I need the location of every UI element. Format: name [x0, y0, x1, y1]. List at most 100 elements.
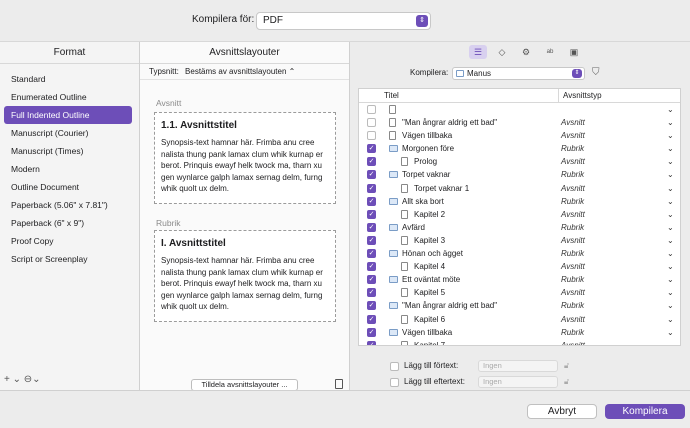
include-checkbox[interactable]: ✓ — [367, 183, 376, 193]
gear-icon[interactable]: ⚙ — [517, 45, 535, 59]
chevron-down-icon[interactable]: ⌄ — [667, 142, 674, 155]
chevron-down-icon[interactable]: ⌄ — [667, 221, 674, 234]
cancel-button[interactable]: Avbryt — [527, 404, 597, 419]
format-item[interactable]: Manuscript (Courier) — [4, 124, 132, 142]
font-select[interactable]: Bestäms av avsnittslayouten ⌃ — [185, 67, 295, 76]
table-row[interactable]: ✓ Prolog Avsnitt ⌄ — [359, 155, 680, 168]
row-section-type[interactable]: Avsnitt — [561, 116, 585, 129]
row-section-type[interactable]: Avsnitt — [561, 129, 585, 142]
row-section-type[interactable]: Avsnitt — [561, 208, 585, 221]
include-checkbox[interactable]: ✓ — [367, 157, 376, 167]
format-item[interactable]: Paperback (6" x 9") — [4, 214, 132, 232]
format-item[interactable]: Proof Copy — [4, 232, 132, 250]
row-section-type[interactable]: Rubrik — [561, 142, 584, 155]
row-section-type[interactable]: Avsnitt — [561, 260, 585, 273]
include-checkbox[interactable]: ✓ — [367, 235, 376, 245]
tag-icon[interactable]: ◇ — [493, 45, 511, 59]
row-section-type[interactable]: Avsnitt — [561, 313, 585, 326]
format-item[interactable]: Full Indented Outline — [4, 106, 132, 124]
include-checkbox[interactable]: ✓ — [367, 275, 376, 285]
compile-for-select[interactable]: PDF ⇕ — [256, 12, 431, 30]
include-checkbox[interactable]: ✓ — [367, 222, 376, 232]
format-item[interactable]: Manuscript (Times) — [4, 142, 132, 160]
lock-icon[interactable]: 🔓︎ — [564, 376, 569, 388]
layout-card-section[interactable]: 1.1. Avsnittstitel Synopsis-text hamnar … — [154, 112, 336, 204]
document-icon[interactable] — [335, 379, 343, 389]
table-row[interactable]: ✓ Kapitel 2 Avsnitt ⌄ — [359, 208, 680, 221]
table-row[interactable]: ✓ Allt ska bort Rubrik ⌄ — [359, 195, 680, 208]
row-section-type[interactable]: Avsnitt — [561, 155, 585, 168]
include-checkbox[interactable]: ✓ — [367, 144, 376, 154]
row-section-type[interactable]: Rubrik — [561, 168, 584, 181]
add-back-matter-select[interactable]: Ingen — [478, 376, 558, 388]
include-checkbox[interactable]: ✓ — [367, 262, 376, 272]
list-icon[interactable]: ☰ — [469, 45, 487, 59]
table-row[interactable]: ✓ Kapitel 3 Avsnitt ⌄ — [359, 234, 680, 247]
table-row[interactable]: ✓ Kapitel 7 Avsnitt ⌄ — [359, 339, 680, 345]
chevron-down-icon[interactable]: ⌄ — [667, 339, 674, 345]
include-checkbox[interactable] — [367, 131, 376, 141]
add-front-matter-select[interactable]: Ingen — [478, 360, 558, 372]
row-section-type[interactable]: Rubrik — [561, 326, 584, 339]
include-checkbox[interactable]: ✓ — [367, 249, 376, 259]
compile-button[interactable]: Kompilera — [605, 404, 685, 419]
chevron-down-icon[interactable]: ⌄ — [667, 313, 674, 326]
chevron-down-icon[interactable]: ⌄ — [667, 116, 674, 129]
table-row[interactable]: ✓ Ett oväntat möte Rubrik ⌄ — [359, 273, 680, 286]
chevron-down-icon[interactable]: ⌄ — [667, 195, 674, 208]
chevron-down-icon[interactable]: ⌄ — [667, 234, 674, 247]
row-section-type[interactable]: Avsnitt — [561, 234, 585, 247]
chevron-down-icon[interactable]: ⌄ — [667, 260, 674, 273]
include-checkbox[interactable]: ✓ — [367, 170, 376, 180]
chevron-down-icon[interactable]: ⌄ — [667, 299, 674, 312]
include-checkbox[interactable]: ✓ — [367, 327, 376, 337]
compile-collection-select[interactable]: Manus ⇕ — [452, 67, 585, 80]
chevron-down-icon[interactable]: ⌄ — [667, 155, 674, 168]
chevron-down-icon[interactable]: ⌄ — [667, 103, 674, 116]
row-section-type[interactable]: Avsnitt — [561, 339, 585, 345]
table-row[interactable]: ✓ Morgonen före Rubrik ⌄ — [359, 142, 680, 155]
table-row[interactable]: ⌄ — [359, 103, 680, 116]
chevron-down-icon[interactable]: ⌄ — [667, 208, 674, 221]
chevron-down-icon[interactable]: ⌄ — [667, 182, 674, 195]
font-row[interactable]: Typsnitt: Bestäms av avsnittslayouten ⌃ — [140, 64, 349, 80]
table-row[interactable]: ✓ Torpet vaknar 1 Avsnitt ⌄ — [359, 182, 680, 195]
include-checkbox[interactable]: ✓ — [367, 340, 376, 345]
row-section-type[interactable]: Rubrik — [561, 195, 584, 208]
format-item[interactable]: Modern — [4, 160, 132, 178]
row-section-type[interactable]: Avsnitt — [561, 182, 585, 195]
format-item[interactable]: Script or Screenplay — [4, 250, 132, 268]
include-checkbox[interactable]: ✓ — [367, 209, 376, 219]
row-section-type[interactable]: Avsnitt — [561, 286, 585, 299]
text-replace-icon[interactable]: ᵃᵇ — [541, 45, 559, 59]
format-item[interactable]: Standard — [4, 70, 132, 88]
include-checkbox[interactable]: ✓ — [367, 288, 376, 298]
format-item[interactable]: Outline Document — [4, 178, 132, 196]
image-icon[interactable]: ▣ — [565, 45, 583, 59]
format-item[interactable]: Paperback (5.06" x 7.81") — [4, 196, 132, 214]
table-row[interactable]: ✓ Hönan och ägget Rubrik ⌄ — [359, 247, 680, 260]
table-row[interactable]: ✓ Kapitel 6 Avsnitt ⌄ — [359, 313, 680, 326]
chevron-down-icon[interactable]: ⌄ — [667, 129, 674, 142]
table-row[interactable]: "Man ångrar aldrig ett bad" Avsnitt ⌄ — [359, 116, 680, 129]
table-row[interactable]: ✓ Kapitel 4 Avsnitt ⌄ — [359, 260, 680, 273]
row-section-type[interactable]: Rubrik — [561, 299, 584, 312]
chevron-down-icon[interactable]: ⌄ — [667, 273, 674, 286]
include-checkbox[interactable] — [367, 118, 376, 128]
table-row[interactable]: Vägen tillbaka Avsnitt ⌄ — [359, 129, 680, 142]
table-row[interactable]: ✓ Vägen tillbaka Rubrik ⌄ — [359, 326, 680, 339]
row-section-type[interactable]: Rubrik — [561, 273, 584, 286]
table-row[interactable]: ✓ Torpet vaknar Rubrik ⌄ — [359, 168, 680, 181]
row-section-type[interactable]: Rubrik — [561, 247, 584, 260]
add-back-matter-checkbox[interactable] — [390, 378, 399, 387]
include-checkbox[interactable]: ✓ — [367, 196, 376, 206]
chevron-down-icon[interactable]: ⌄ — [667, 326, 674, 339]
row-section-type[interactable]: Rubrik — [561, 221, 584, 234]
include-checkbox[interactable] — [367, 105, 376, 114]
column-title[interactable]: Titel — [384, 89, 399, 103]
table-row[interactable]: ✓ Kapitel 5 Avsnitt ⌄ — [359, 286, 680, 299]
table-row[interactable]: ✓ "Man ångrar aldrig ett bad" Rubrik ⌄ — [359, 299, 680, 312]
chevron-down-icon[interactable]: ⌄ — [667, 286, 674, 299]
include-checkbox[interactable]: ✓ — [367, 301, 376, 311]
add-front-matter-checkbox[interactable] — [390, 362, 399, 371]
